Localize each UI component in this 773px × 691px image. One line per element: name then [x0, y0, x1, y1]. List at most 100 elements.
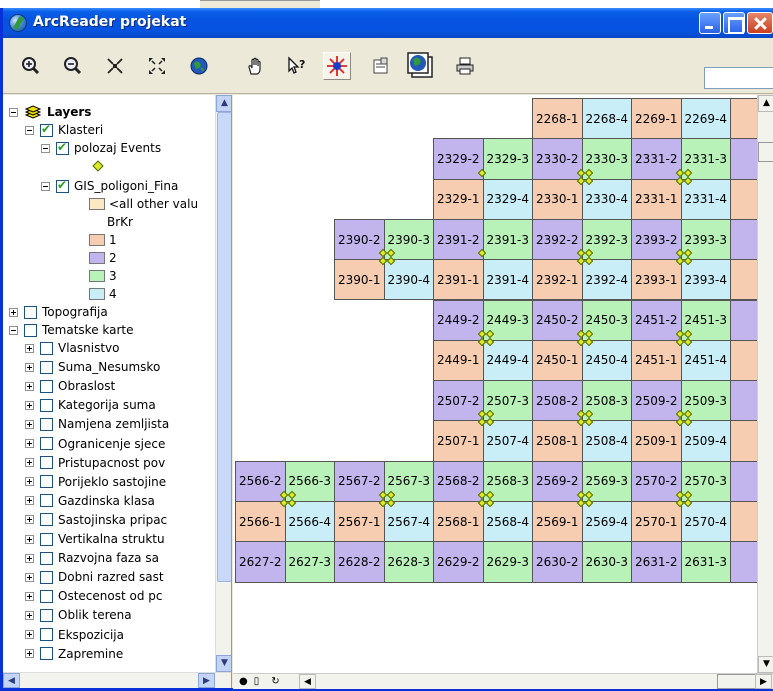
grid-cell[interactable]: 2627-3: [284, 541, 335, 583]
grid-cell[interactable]: 2629-2: [433, 541, 484, 583]
layout-view-tab-icon[interactable]: ▯: [254, 676, 260, 687]
collapse-minus-icon[interactable]: [9, 107, 18, 117]
grid-cell[interactable]: 2627-2: [235, 541, 286, 583]
expand-plus-icon[interactable]: [25, 477, 34, 487]
checkbox-unchecked[interactable]: [40, 494, 53, 508]
toc-item-ostecenost-od-pc[interactable]: Ostecenost od pc: [25, 587, 162, 605]
toc-item-porijeklo-sastojine[interactable]: Porijeklo sastojine: [25, 473, 166, 491]
collapse-minus-icon[interactable]: [25, 125, 34, 135]
checkbox-unchecked[interactable]: [40, 513, 53, 527]
find-button[interactable]: [323, 52, 351, 80]
expand-plus-icon[interactable]: [25, 591, 34, 601]
grid-cell[interactable]: 2393-1: [631, 259, 682, 301]
toc-item-gazdinska-klasa[interactable]: Gazdinska klasa: [25, 492, 155, 510]
checkbox-unchecked[interactable]: [40, 379, 53, 393]
grid-cell[interactable]: 2508-2: [532, 380, 583, 422]
grid-cell[interactable]: 2392-4: [581, 259, 632, 301]
map-scroll-up-arrow-icon[interactable]: ▲: [758, 95, 773, 112]
grid-cell[interactable]: 2391-2: [433, 218, 484, 261]
scroll-up-arrow-icon[interactable]: ▲: [216, 95, 231, 112]
grid-cell[interactable]: 2393-2: [631, 218, 682, 261]
grid-cell[interactable]: 2567-1: [334, 501, 385, 543]
checkbox-unchecked[interactable]: [40, 341, 53, 355]
grid-cell[interactable]: 2329-1: [433, 178, 484, 220]
toc-layer-polozaj-events[interactable]: polozaj Events: [41, 139, 161, 157]
grid-cell[interactable]: 2450-1: [532, 339, 583, 382]
grid-cell[interactable]: 2568-1: [433, 501, 484, 543]
map-display[interactable]: 2268-1 2268-4 2269-1 2269-4 2329-2 2329-3 2330…: [233, 95, 757, 673]
grid-cell[interactable]: 2507-1: [433, 420, 484, 462]
grid-cell[interactable]: 2569-2: [532, 460, 583, 502]
properties-button[interactable]: [367, 52, 395, 80]
map-horizontal-scrollbar[interactable]: ◀ ▶: [233, 673, 773, 689]
toc-layer-gis-poligoni[interactable]: GIS_poligoni_Fina: [41, 177, 178, 195]
toc-item-pristupacnost-pov[interactable]: Pristupacnost pov: [25, 454, 165, 472]
grid-cell[interactable]: 2569-4: [581, 501, 632, 543]
map-scroll-right-arrow-icon[interactable]: ▶: [755, 674, 772, 689]
grid-cell[interactable]: 2509-1: [631, 420, 682, 462]
fixed-zoom-out-button[interactable]: [143, 52, 171, 80]
scroll-right-arrow-icon[interactable]: ▶: [198, 673, 215, 688]
grid-cell[interactable]: 2631-3: [680, 541, 731, 583]
full-extent-button[interactable]: [185, 52, 213, 80]
fixed-zoom-in-button[interactable]: [101, 52, 129, 80]
grid-cell[interactable]: 2329-4: [482, 178, 533, 220]
grid-cell[interactable]: 2628-3: [383, 541, 434, 583]
grid-cell[interactable]: 2567-2: [334, 460, 385, 502]
grid-cell[interactable]: 2449-1: [433, 339, 484, 382]
toc-item-zapremine[interactable]: Zapremine: [25, 645, 123, 663]
expand-plus-icon[interactable]: [25, 515, 34, 525]
refresh-icon[interactable]: ↻: [271, 676, 279, 687]
grid-cell[interactable]: 2449-2: [433, 299, 484, 341]
toc-legend-field-brkr[interactable]: BrKr: [107, 213, 133, 231]
checkbox-unchecked[interactable]: [40, 532, 53, 546]
toc-root-layers[interactable]: Layers: [9, 103, 91, 121]
toc-item-sastojinska-pripac[interactable]: Sastojinska pripac: [25, 511, 167, 529]
grid-cell[interactable]: 2508-1: [532, 420, 583, 462]
zoom-in-button[interactable]: [17, 52, 45, 80]
title-bar[interactable]: ArcReader projekat: [3, 8, 773, 38]
map-scroll-thumb[interactable]: [758, 142, 773, 162]
toc-item-razvojna-faza-sa[interactable]: Razvojna faza sa: [25, 549, 159, 567]
toc-item-suma-nesumsko[interactable]: Suma_Nesumsko: [25, 358, 160, 376]
collapse-minus-icon[interactable]: [9, 325, 18, 335]
expand-plus-icon[interactable]: [25, 496, 34, 506]
grid-cell[interactable]: 2508-4: [581, 420, 632, 462]
toc-group-tematske-karte[interactable]: Tematske karte: [9, 321, 134, 339]
toc-item-ekspozicija[interactable]: Ekspozicija: [25, 626, 124, 644]
checkbox-checked[interactable]: [56, 178, 69, 193]
toc-item-kategorija-suma[interactable]: Kategorija suma: [25, 396, 156, 414]
expand-plus-icon[interactable]: [25, 649, 34, 659]
grid-cell[interactable]: [730, 138, 757, 180]
grid-cell[interactable]: [730, 98, 757, 140]
grid-cell[interactable]: 2393-4: [680, 259, 731, 301]
expand-plus-icon[interactable]: [25, 458, 34, 468]
toc-item-obraslost[interactable]: Obraslost: [25, 377, 115, 395]
expand-plus-icon[interactable]: [25, 343, 34, 353]
grid-cell[interactable]: 2390-1: [334, 259, 385, 301]
grid-cell[interactable]: [730, 541, 757, 583]
collapse-minus-icon[interactable]: [41, 181, 50, 191]
grid-cell[interactable]: 2568-4: [482, 501, 533, 543]
grid-cell[interactable]: 2566-4: [284, 501, 335, 543]
checkbox-unchecked[interactable]: [40, 551, 53, 565]
data-view-tab-icon[interactable]: ●: [239, 676, 248, 687]
map-hscroll-thumb[interactable]: [717, 674, 757, 689]
print-button[interactable]: [451, 52, 479, 80]
grid-cell[interactable]: [730, 380, 757, 422]
toc-item-namjena-zemljista[interactable]: Namjena zemljista: [25, 415, 169, 433]
expand-plus-icon[interactable]: [25, 553, 34, 563]
checkbox-unchecked[interactable]: [40, 398, 53, 412]
checkbox-unchecked[interactable]: [40, 628, 53, 641]
grid-cell[interactable]: 2507-2: [433, 380, 484, 422]
maximize-button[interactable]: [723, 12, 745, 34]
expand-plus-icon[interactable]: [25, 610, 34, 620]
grid-cell[interactable]: [730, 218, 757, 261]
toc-horizontal-scrollbar[interactable]: ◀ ▶: [3, 672, 231, 688]
expand-plus-icon[interactable]: [25, 362, 34, 372]
grid-cell[interactable]: [730, 178, 757, 220]
grid-cell[interactable]: 2269-1: [631, 98, 682, 140]
checkbox-unchecked[interactable]: [40, 417, 53, 431]
expand-plus-icon[interactable]: [25, 439, 34, 448]
grid-cell[interactable]: 2569-1: [532, 501, 583, 543]
